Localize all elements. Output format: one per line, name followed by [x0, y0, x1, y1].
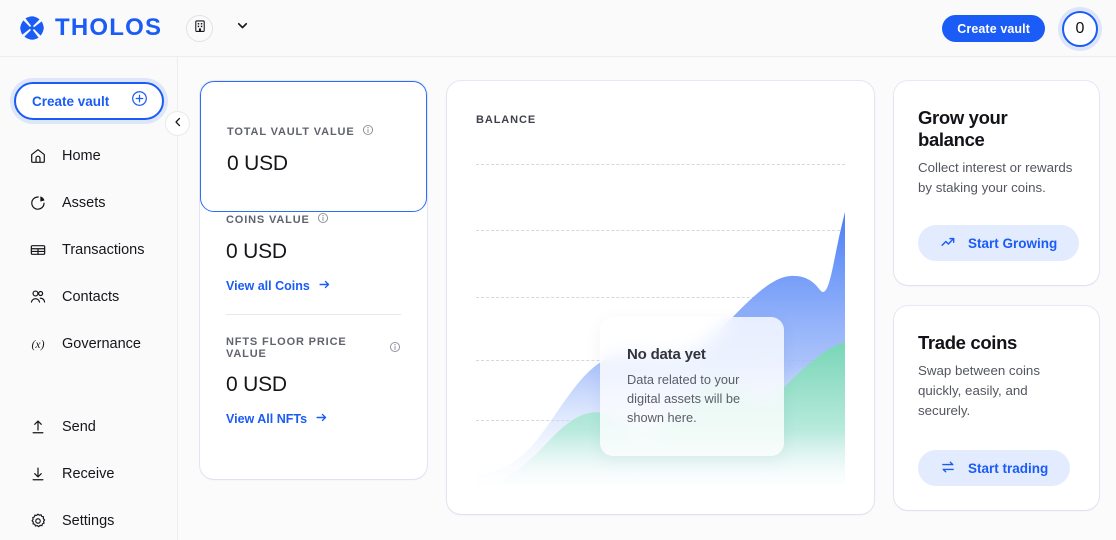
sidebar-item-governance[interactable]: (x) Governance: [0, 329, 178, 359]
svg-text:(x): (x): [32, 338, 45, 351]
no-data-body: Data related to your digital assets will…: [627, 372, 741, 425]
sidebar-item-label: Assets: [62, 195, 106, 211]
sidebar-item-assets[interactable]: Assets: [0, 188, 178, 218]
create-vault-sidebar-button[interactable]: Create vault: [14, 82, 164, 120]
sidebar-item-label: Home: [62, 148, 101, 164]
promo-title: Grow your balance: [918, 107, 1008, 150]
chevron-left-icon: [172, 115, 184, 133]
sidebar-item-contacts[interactable]: Contacts: [0, 282, 178, 312]
total-vault-value-label: TOTAL VAULT VALUE: [227, 124, 400, 139]
start-growing-button[interactable]: Start Growing: [918, 225, 1080, 261]
coins-value-amount: 0 USD: [226, 240, 287, 263]
info-icon[interactable]: [389, 341, 401, 356]
sidebar-item-settings[interactable]: Settings: [0, 506, 178, 536]
balance-chart: No data yet Data related to your digital…: [476, 150, 845, 490]
promo-card-grow: Grow your balance Collect interest or re…: [894, 81, 1099, 285]
sidebar-item-home[interactable]: Home: [0, 141, 178, 171]
table-icon: [28, 240, 48, 260]
organization-dropdown-toggle[interactable]: [235, 18, 250, 38]
tholos-pinwheel-icon: [18, 14, 46, 42]
sidebar-nav: Home Assets Transactions Contacts (x) Go…: [0, 141, 178, 540]
no-data-overlay: No data yet Data related to your digital…: [600, 317, 784, 456]
start-growing-label: Start Growing: [968, 235, 1058, 251]
arrow-up-tray-icon: [28, 417, 48, 437]
arrow-right-icon: [315, 411, 328, 427]
total-vault-value-amount: 0 USD: [227, 152, 288, 175]
organization-switcher[interactable]: [186, 14, 214, 42]
sidebar-item-label: Contacts: [62, 289, 120, 305]
info-icon[interactable]: [362, 124, 374, 139]
sidebar-item-label: Send: [62, 419, 96, 435]
stats-divider: [226, 314, 401, 315]
plus-circle-icon: [131, 90, 148, 112]
sidebar-item-label: Receive: [62, 466, 115, 482]
function-x-icon: (x): [28, 334, 48, 354]
brand-logo[interactable]: THOLOS: [18, 14, 162, 42]
total-vault-value-label-text: TOTAL VAULT VALUE: [227, 125, 355, 138]
arrow-down-tray-icon: [28, 464, 48, 484]
promo-body: Swap between coins quickly, easily, and …: [918, 363, 1040, 418]
sidebar-item-send[interactable]: Send: [0, 412, 178, 442]
view-all-coins-label: View all Coins: [226, 279, 310, 293]
coins-value-block: COINS VALUE 0 USD View all Coins: [200, 212, 427, 294]
nfts-value-label: NFTS FLOOR PRICE VALUE: [226, 336, 401, 360]
building-icon: [193, 19, 207, 38]
promo-card-trade: Trade coins Swap between coins quickly, …: [894, 306, 1099, 510]
promo-title: Trade coins: [918, 332, 1017, 353]
sidebar-divider-space: [0, 376, 178, 412]
sidebar: Create vault Home Assets Transactions Co…: [0, 57, 178, 540]
trending-up-icon: [940, 234, 956, 253]
nfts-value-block: NFTS FLOOR PRICE VALUE 0 USD View All NF…: [200, 336, 427, 427]
coins-value-label-text: COINS VALUE: [226, 213, 310, 226]
nfts-value-amount: 0 USD: [226, 373, 287, 396]
coins-value-label: COINS VALUE: [226, 212, 401, 227]
create-vault-header-button[interactable]: Create vault: [942, 15, 1045, 42]
vault-stats-column: COINS VALUE 0 USD View all Coins NFTS FL…: [200, 81, 427, 529]
start-trading-button[interactable]: Start trading: [918, 450, 1071, 486]
users-icon: [28, 287, 48, 307]
top-header: THOLOS Create vault 0: [0, 0, 1116, 57]
sidebar-collapse-button[interactable]: [165, 111, 190, 136]
main-content: COINS VALUE 0 USD View all Coins NFTS FL…: [178, 57, 1116, 540]
sidebar-item-label: Settings: [62, 513, 115, 529]
brand-name: THOLOS: [55, 14, 163, 41]
nfts-value-label-text: NFTS FLOOR PRICE VALUE: [226, 336, 347, 360]
view-all-coins-link[interactable]: View all Coins: [226, 278, 401, 294]
home-icon: [28, 146, 48, 166]
create-vault-sidebar-label: Create vault: [32, 93, 110, 109]
promo-body: Collect interest or rewards by staking y…: [918, 160, 1073, 195]
sidebar-item-label: Governance: [62, 336, 141, 352]
view-all-nfts-link[interactable]: View All NFTs: [226, 411, 401, 427]
chevron-down-icon: [235, 18, 250, 38]
start-trading-label: Start trading: [968, 460, 1049, 476]
header-actions: Create vault 0: [942, 0, 1098, 57]
sidebar-item-receive[interactable]: Receive: [0, 459, 178, 489]
total-vault-value-card[interactable]: TOTAL VAULT VALUE 0 USD: [200, 81, 427, 212]
no-data-heading: No data yet: [627, 346, 706, 363]
sidebar-item-label: Transactions: [62, 242, 145, 258]
gear-icon: [28, 511, 48, 531]
arrow-right-icon: [318, 278, 331, 294]
pie-chart-icon: [28, 193, 48, 213]
sidebar-item-transactions[interactable]: Transactions: [0, 235, 178, 265]
info-icon[interactable]: [317, 212, 329, 227]
balance-title: BALANCE: [476, 114, 537, 126]
view-all-nfts-label: View All NFTs: [226, 412, 308, 426]
app-root: THOLOS Create vault 0 Create vault Home …: [0, 0, 1116, 540]
notification-count-badge[interactable]: 0: [1062, 10, 1098, 47]
balance-card: BALANCE No data yet Data related to your…: [447, 81, 874, 514]
swap-arrows-icon: [940, 459, 956, 478]
